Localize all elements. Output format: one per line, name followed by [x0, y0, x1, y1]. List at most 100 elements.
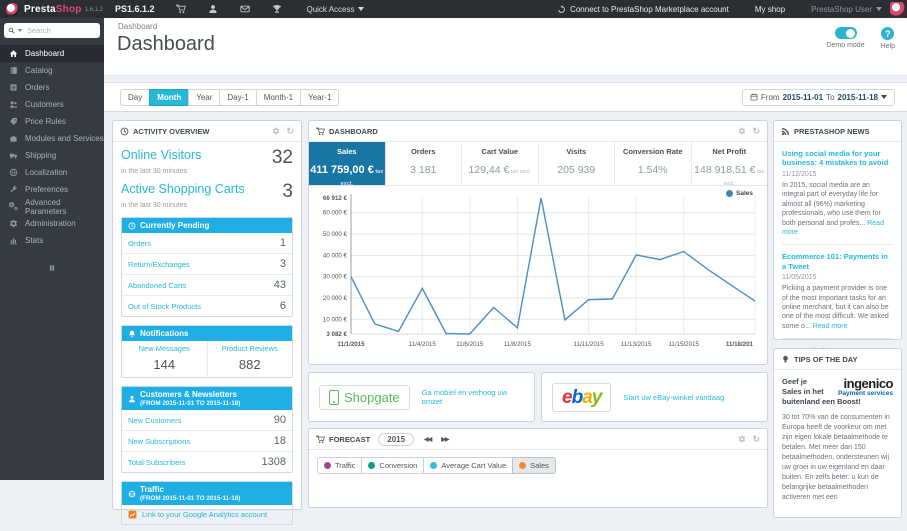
range-day-1-button[interactable]: Day-1 — [219, 88, 257, 106]
kpi-cart-value[interactable]: Cart Value 129,44 € tax excl. — [462, 142, 539, 185]
kpi-conversion-rate[interactable]: Conversion Rate 1.54% — [615, 142, 692, 185]
shopgate-link[interactable]: Ga mobiel en verhoog uw omzet — [422, 388, 524, 406]
news-article-excerpt: In 2015, social media are an integral pa… — [782, 181, 884, 236]
pending-return-exchanges-value: 3 — [279, 258, 286, 270]
range-day-button[interactable]: Day — [120, 88, 151, 106]
achievements-shortcut[interactable] — [272, 4, 282, 14]
prestashop-news-panel: PRESTASHOP NEWS Using social media for y… — [773, 120, 902, 355]
previous-year-button[interactable]: ◀◀ — [424, 436, 432, 443]
table-row: Abandoned Carts 43 — [122, 274, 292, 295]
table-row: Total Subscribers 1308 — [122, 451, 292, 472]
sidebar-item-administration[interactable]: Administration — [0, 215, 104, 232]
gear-icon[interactable] — [738, 435, 746, 443]
sidebar-item-stats[interactable]: Stats — [0, 232, 104, 249]
forecast-conversion-button[interactable]: Conversion — [361, 457, 425, 474]
list-icon — [9, 83, 18, 92]
refresh-icon[interactable]: ↻ — [286, 126, 294, 136]
google-analytics-link[interactable]: Link to your Google Analytics account — [142, 510, 267, 519]
gear-icon[interactable] — [738, 127, 746, 135]
sidebar-item-catalog[interactable]: Catalog — [0, 62, 104, 79]
breadcrumb[interactable]: Dashboard — [118, 22, 157, 31]
sales-dot-icon — [519, 462, 527, 469]
active-carts-link[interactable]: Active Shopping Carts — [121, 182, 245, 196]
customers-new-customers-link[interactable]: New Customers — [128, 416, 181, 425]
customers-total-subscribers-link[interactable]: Total Subscribers — [128, 458, 186, 467]
demo-mode-label: Demo mode — [826, 42, 865, 49]
marketplace-connect-link[interactable]: Connect to PrestaShop Marketplace accoun… — [557, 5, 729, 14]
forecast-panel: FORECAST 2015 ◀◀ ▶▶ ↻ Traffic Conversion A… — [308, 428, 768, 508]
notification-new-messages[interactable]: New Messages 144 — [122, 341, 208, 377]
kpi-label: Cart Value — [481, 147, 519, 156]
refresh-icon[interactable]: ↻ — [752, 434, 760, 444]
ebay-banner[interactable]: ebay Start uw eBay-winkel vandaag — [541, 372, 768, 422]
refresh-icon[interactable]: ↻ — [752, 126, 760, 136]
news-article-date: 11/12/2015 — [782, 170, 817, 178]
kpi-suffix: tax excl. — [340, 169, 384, 187]
notification-label: New Messages — [138, 344, 190, 353]
search-scope-caret-icon[interactable] — [18, 29, 22, 32]
my-shop-link[interactable]: My shop — [755, 5, 785, 14]
sidebar-item-dashboard[interactable]: Dashboard — [0, 45, 104, 62]
chevron-down-icon — [876, 7, 882, 11]
kpi-orders[interactable]: Orders 3 181 — [386, 142, 462, 185]
online-visitors-link[interactable]: Online Visitors — [121, 148, 201, 162]
sidebar-item-label: Localization — [25, 168, 68, 177]
range-month-button[interactable]: Month — [149, 88, 190, 106]
pause-icon — [48, 264, 56, 272]
pending-return-exchanges-link[interactable]: Return/Exchanges — [128, 260, 190, 269]
range-month-1-button[interactable]: Month-1 — [255, 88, 302, 106]
collapse-menu-button[interactable] — [0, 259, 104, 277]
shopgate-banner[interactable]: Shopgate Ga mobiel en verhoog uw omzet — [308, 372, 535, 422]
person-icon — [208, 4, 218, 14]
sidebar-item-label: Price Rules — [25, 117, 66, 126]
ebay-link[interactable]: Start uw eBay-winkel vandaag — [623, 393, 724, 402]
pending-orders-link[interactable]: Orders — [128, 239, 151, 248]
gear-icon[interactable] — [272, 127, 280, 135]
user-avatar[interactable] — [890, 1, 905, 17]
kpi-net-profit[interactable]: Net Profit 148 918,51 € tax excl. — [692, 142, 768, 187]
activity-overview-panel: ACTIVITY OVERVIEW ↻ Online Visitors 32 in… — [112, 120, 302, 525]
users-icon — [9, 100, 18, 109]
sidebar-item-price-rules[interactable]: Price Rules — [0, 113, 104, 130]
cart-shortcut[interactable] — [176, 4, 186, 14]
news-article-title[interactable]: Ecommerce 101: Payments in a Tweet — [782, 252, 893, 271]
range-year-1-button[interactable]: Year-1 — [300, 88, 340, 106]
pending-abandoned-carts-link[interactable]: Abandoned Carts — [128, 281, 186, 290]
sidebar-search[interactable] — [4, 23, 100, 38]
customers-shortcut[interactable] — [208, 4, 218, 14]
sidebar-item-preferences[interactable]: Preferences — [0, 181, 104, 198]
messages-shortcut[interactable] — [240, 4, 250, 14]
notification-product-reviews[interactable]: Product Reviews 882 — [208, 341, 293, 377]
sync-icon — [557, 5, 566, 14]
notification-value: 144 — [153, 357, 176, 372]
forecast-sales-button[interactable]: Sales — [512, 457, 556, 474]
search-input[interactable] — [25, 25, 87, 36]
user-menu[interactable]: PrestaShop User — [811, 5, 882, 14]
help-icon[interactable]: ? — [881, 27, 895, 40]
pending-out-of-stock-products-link[interactable]: Out of Stock Products — [128, 302, 201, 311]
kpi-value: 1.54% — [637, 164, 668, 176]
date-range-picker[interactable]: From 2015-11-01 To 2015-11-18 — [741, 88, 895, 106]
forecast-button-label: Conversion — [379, 461, 418, 470]
sidebar-item-localization[interactable]: Localization — [0, 164, 104, 181]
kpi-sales[interactable]: Sales 411 759,00 € tax excl. — [309, 142, 386, 187]
news-article-title[interactable]: Using social media for your business: 4 … — [782, 149, 893, 168]
kpi-visits[interactable]: Visits 205 939 — [539, 142, 615, 185]
sidebar-item-orders[interactable]: Orders — [0, 79, 104, 96]
sidebar-item-customers[interactable]: Customers — [0, 96, 104, 113]
demo-mode-toggle[interactable] — [834, 27, 857, 39]
help-label: Help — [880, 43, 895, 50]
axis-tick-label: 3 082 € — [326, 331, 347, 338]
read-more-link[interactable]: Read more — [782, 220, 884, 236]
forecast-average-cart-value-button[interactable]: Average Cart Value — [423, 457, 514, 474]
sidebar-item-shipping[interactable]: Shipping — [0, 147, 104, 164]
sidebar-item-modules-and-services[interactable]: Modules and Services — [0, 130, 104, 147]
chart-legend: Sales — [726, 190, 753, 197]
customers-new-subscriptions-link[interactable]: New Subscriptions — [128, 437, 190, 446]
next-year-button[interactable]: ▶▶ — [441, 436, 449, 443]
range-year-button[interactable]: Year — [188, 88, 221, 106]
quick-access-menu[interactable]: Quick Access — [306, 5, 365, 14]
sidebar-item-advanced-parameters[interactable]: Advanced Parameters — [0, 198, 104, 216]
forecast-traffic-button[interactable]: Traffic — [317, 457, 363, 474]
read-more-link[interactable]: Read more — [813, 323, 848, 330]
